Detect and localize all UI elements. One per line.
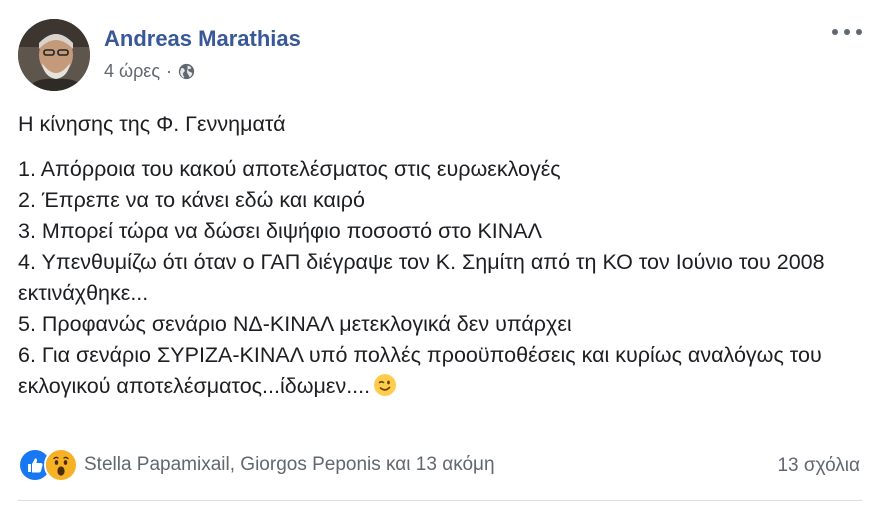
post-timestamp[interactable]: 4 ώρες (104, 61, 160, 82)
post-line: 2. Έπρεπε να το κάνει εδώ και καιρό (18, 188, 365, 212)
divider (18, 500, 862, 501)
reaction-names[interactable]: Stella Papamixail, Giorgos Peponis και 1… (84, 454, 495, 476)
post-line: 3. Μπορεί τώρα να δώσει διψήφιο ποσοστό … (18, 219, 542, 243)
post-line: 1. Απόρροια του κακού αποτελέσματος στις… (18, 157, 561, 181)
post-line: 5. Προφανώς σενάριο ΝΔ-ΚΙΝΑΛ μετεκλογικά… (18, 312, 572, 336)
more-options-button[interactable] (832, 22, 862, 42)
author-name[interactable]: Andreas Marathias (104, 26, 301, 52)
globe-icon[interactable] (178, 63, 195, 80)
post-line-last: 6. Για σενάριο ΣΥΡΙΖΑ-ΚΙΝΑΛ υπό πολλές π… (18, 340, 858, 402)
dot-icon (856, 29, 862, 35)
post-line-text: 6. Για σενάριο ΣΥΡΙΖΑ-ΚΙΝΑΛ υπό πολλές π… (18, 343, 822, 398)
dot-icon (844, 29, 850, 35)
wow-icon[interactable] (44, 448, 78, 482)
post-intro: Η κίνησης της Φ. Γεννηματά (18, 112, 286, 136)
post-line: 4. Υπενθυμίζω ότι όταν ο ΓΑΠ διέγραψε το… (18, 250, 825, 305)
facebook-post: Andreas Marathias 4 ώρες · Η κίνησης της… (0, 0, 880, 505)
avatar[interactable] (18, 19, 90, 91)
post-text: Η κίνησης της Φ. Γεννηματά 1. Απόρροια τ… (18, 109, 858, 402)
comments-count[interactable]: 13 σχόλια (777, 455, 860, 477)
wink-emoji-icon (373, 373, 397, 397)
dot-icon (832, 29, 838, 35)
reactions-summary[interactable]: Stella Papamixail, Giorgos Peponis και 1… (18, 448, 495, 482)
post-meta: 4 ώρες · (104, 61, 195, 82)
meta-separator: · (166, 61, 173, 81)
